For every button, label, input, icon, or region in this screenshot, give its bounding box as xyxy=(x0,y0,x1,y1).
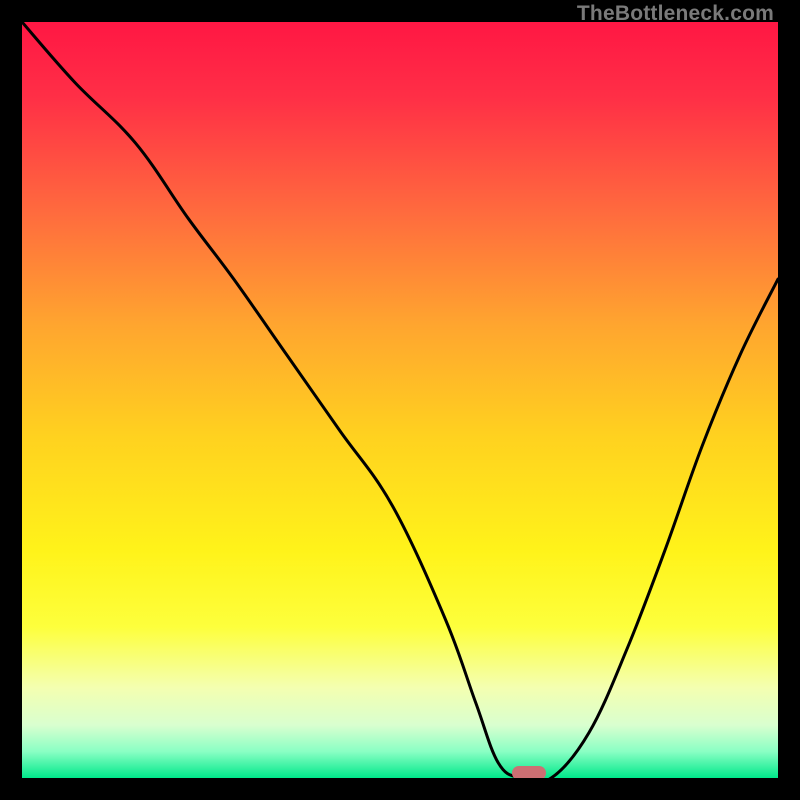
watermark-text: TheBottleneck.com xyxy=(577,2,774,26)
bottleneck-marker xyxy=(512,766,546,778)
bottleneck-curve xyxy=(22,22,778,778)
plot-area xyxy=(22,22,778,778)
chart-frame: TheBottleneck.com xyxy=(0,0,800,800)
curve-layer xyxy=(22,22,778,778)
